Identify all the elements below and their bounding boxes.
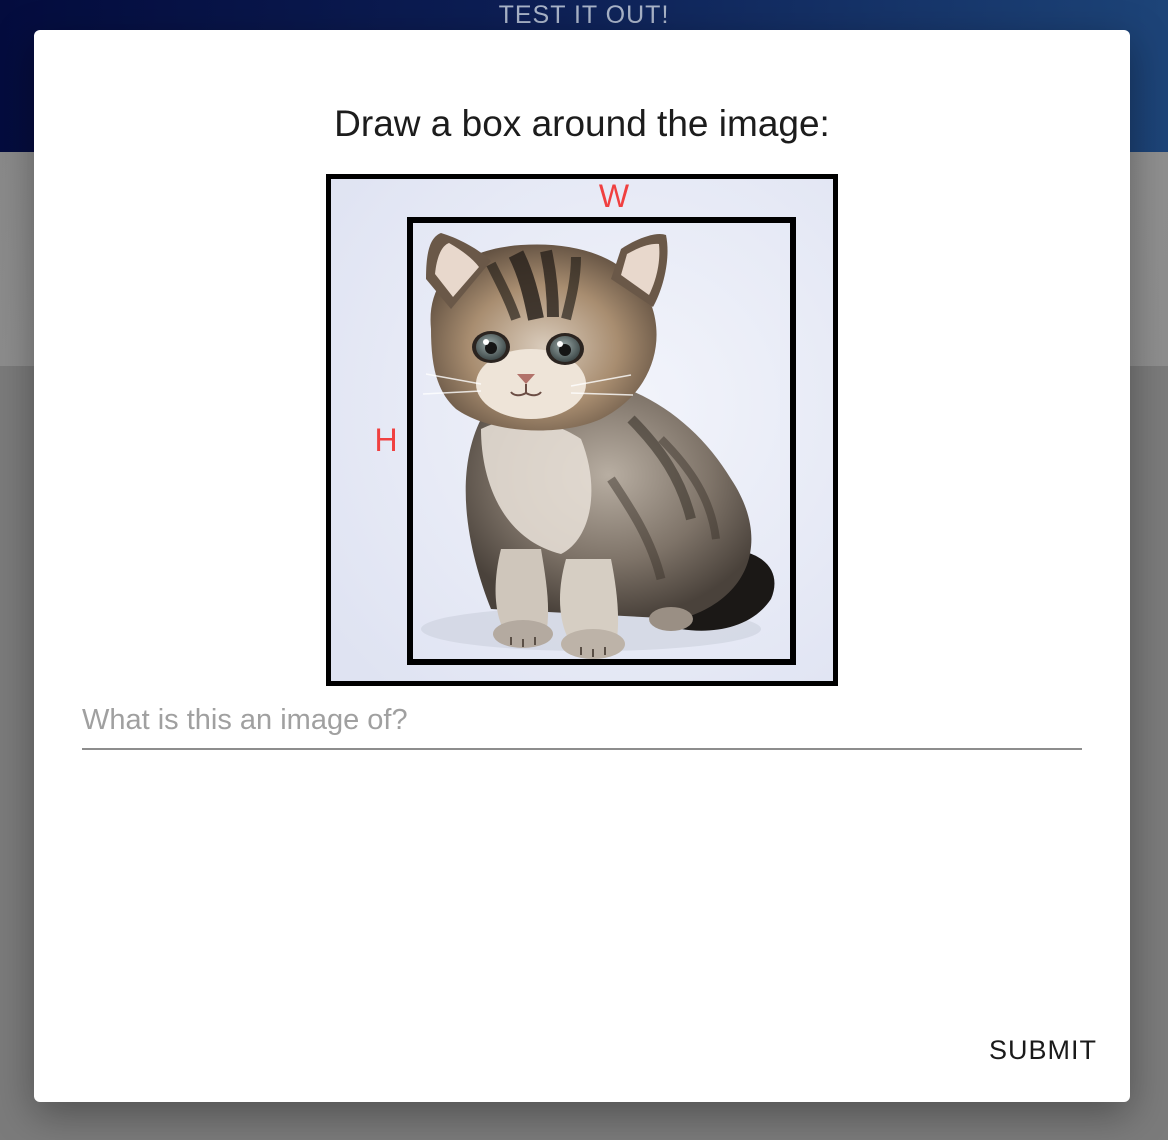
image-description-field[interactable] (82, 696, 1082, 750)
draw-box-dialog: Draw a box around the image: W H What is… (34, 30, 1130, 1102)
image-description-input[interactable] (82, 696, 1082, 744)
width-label: W (598, 178, 630, 214)
bounding-box[interactable] (407, 217, 796, 665)
dialog-title: Draw a box around the image: (334, 103, 830, 144)
height-label: H (374, 422, 398, 458)
submit-button[interactable]: SUBMIT (978, 1030, 1108, 1070)
